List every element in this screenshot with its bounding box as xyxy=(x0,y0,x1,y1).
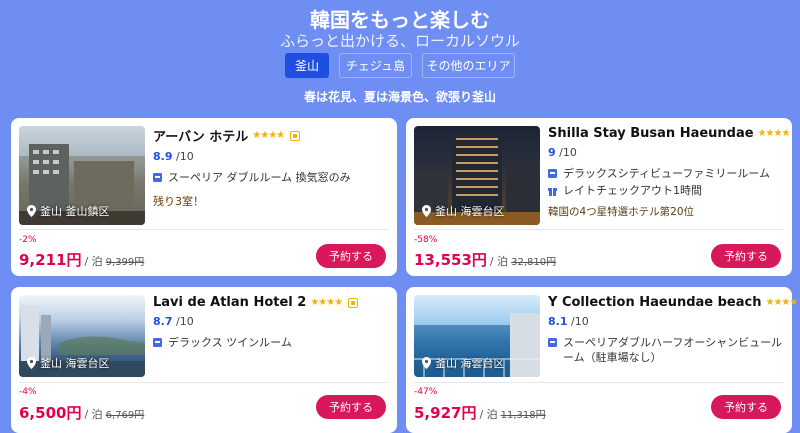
book-button[interactable]: 予約する xyxy=(316,395,386,419)
hotel-card[interactable]: 釜山 釜山鎮区 アーバン ホテル ★★★★ 8.9 /10 スーペリア ダブルル… xyxy=(11,118,397,276)
hotel-name[interactable]: アーバン ホテル xyxy=(153,126,248,145)
current-price: 6,500円 xyxy=(19,404,82,422)
location-label: 釜山 海雲台区 xyxy=(422,203,505,219)
location-text: 釜山 海雲台区 xyxy=(40,357,110,370)
score-max: /10 xyxy=(176,315,194,328)
room-feature: デラックス ツインルーム xyxy=(153,335,389,350)
area-tabs: 釜山 チェジュ島 その他のエリア xyxy=(0,53,800,78)
room-feature: スーペリアダブルハーフオーシャンビュールーム（駐車場なし） xyxy=(548,335,784,365)
hotel-name[interactable]: Lavi de Atlan Hotel 2 xyxy=(153,295,306,310)
location-pin-icon xyxy=(27,205,36,217)
page-title: 韓国をもっと楽しむ xyxy=(310,8,490,32)
score-value: 8.1 xyxy=(548,315,568,328)
page-subtitle: ふらっと出かける、ローカルソウル xyxy=(279,32,520,50)
original-price: 11,318円 xyxy=(500,410,546,421)
hotel-photo[interactable]: 釜山 海雲台区 xyxy=(19,295,145,377)
room-feature: デラックスシティビューファミリールーム xyxy=(548,166,784,181)
original-price: 6,769円 xyxy=(105,410,145,421)
per-night-label: / 泊 xyxy=(489,255,509,268)
discount-badge: -58% xyxy=(414,235,438,245)
book-button[interactable]: 予約する xyxy=(711,244,781,268)
score-max: /10 xyxy=(176,150,194,163)
location-text: 釜山 海雲台区 xyxy=(435,357,505,370)
score-max: /10 xyxy=(559,146,577,159)
hotel-name[interactable]: Y Collection Haeundae beach xyxy=(548,295,761,310)
divider xyxy=(19,229,389,230)
discount-badge: -2% xyxy=(19,235,37,245)
perk-feature: レイトチェックアウト1時間 xyxy=(548,183,784,198)
per-night-label: / 泊 xyxy=(84,408,103,421)
location-text: 釜山 釜山鎮区 xyxy=(40,205,110,218)
discount-badge: -4% xyxy=(19,387,37,397)
score-value: 8.7 xyxy=(153,315,173,328)
review-score: 9 /10 xyxy=(548,146,784,159)
gift-icon xyxy=(548,188,557,196)
location-pin-icon xyxy=(422,357,431,369)
location-text: 釜山 海雲台区 xyxy=(435,205,505,218)
original-price: 9,399円 xyxy=(105,257,145,268)
book-button[interactable]: 予約する xyxy=(711,395,781,419)
divider xyxy=(19,382,389,383)
ranking-note: 韓国の4つ星特選ホテル第20位 xyxy=(548,206,695,218)
hotel-card[interactable]: 釜山 海雲台区 Shilla Stay Busan Haeundae ★★★★ … xyxy=(406,118,792,276)
score-value: 8.9 xyxy=(153,150,173,163)
hotel-card[interactable]: 釜山 海雲台区 Lavi de Atlan Hotel 2 ★★★★ 8.7 /… xyxy=(11,287,397,433)
tab-busan[interactable]: 釜山 xyxy=(285,53,329,78)
availability-note: 残り3室！ xyxy=(153,195,204,208)
room-feature: スーペリア ダブルルーム 換気窓のみ xyxy=(153,170,389,185)
section-tagline: 春は花見、夏は海景色、欲張り釜山 xyxy=(303,90,496,104)
room-feature-text: スーペリアダブルハーフオーシャンビュールーム（駐車場なし） xyxy=(563,336,783,364)
original-price: 32,810円 xyxy=(511,257,557,268)
price-row: 6,500円 / 泊 6,769円 xyxy=(19,402,144,423)
hotel-photo[interactable]: 釜山 海雲台区 xyxy=(414,295,540,377)
per-night-label: / 泊 xyxy=(84,255,103,268)
location-pin-icon xyxy=(422,205,431,217)
divider xyxy=(414,382,784,383)
location-label: 釜山 海雲台区 xyxy=(422,355,505,371)
tab-jeju[interactable]: チェジュ島 xyxy=(339,53,412,78)
price-row: 9,211円 / 泊 9,399円 xyxy=(19,249,144,270)
bed-icon xyxy=(548,338,557,347)
star-rating: ★★★★ xyxy=(310,297,343,308)
star-rating: ★★★★ xyxy=(252,130,285,141)
review-score: 8.7 /10 xyxy=(153,315,389,328)
current-price: 9,211円 xyxy=(19,251,82,269)
location-pin-icon xyxy=(27,357,36,369)
divider xyxy=(414,229,784,230)
hotel-card[interactable]: 釜山 海雲台区 Y Collection Haeundae beach ★★★★… xyxy=(406,287,798,433)
bed-icon xyxy=(153,338,162,347)
preferred-badge-icon xyxy=(348,297,359,308)
tab-other-areas[interactable]: その他のエリア xyxy=(422,53,515,78)
review-score: 8.1 /10 xyxy=(548,315,784,328)
star-rating: ★★★★ xyxy=(765,297,798,308)
price-row: 13,553円 / 泊 32,810円 xyxy=(414,249,556,270)
current-price: 5,927円 xyxy=(414,404,477,422)
preferred-badge-icon xyxy=(290,130,301,141)
location-label: 釜山 海雲台区 xyxy=(27,355,110,371)
perk-feature-text: レイトチェックアウト1時間 xyxy=(563,184,702,197)
score-value: 9 xyxy=(548,146,556,159)
room-feature-text: デラックスシティビューファミリールーム xyxy=(563,167,771,180)
book-button[interactable]: 予約する xyxy=(316,244,386,268)
per-night-label: / 泊 xyxy=(479,408,498,421)
hotel-name[interactable]: Shilla Stay Busan Haeundae xyxy=(548,126,754,141)
discount-badge: -47% xyxy=(414,387,438,397)
price-row: 5,927円 / 泊 11,318円 xyxy=(414,402,546,423)
hotel-photo[interactable]: 釜山 海雲台区 xyxy=(414,126,540,225)
bed-icon xyxy=(548,169,557,178)
score-max: /10 xyxy=(571,315,589,328)
room-feature-text: スーペリア ダブルルーム 換気窓のみ xyxy=(168,171,351,184)
current-price: 13,553円 xyxy=(414,251,487,269)
hotel-photo[interactable]: 釜山 釜山鎮区 xyxy=(19,126,145,225)
bed-icon xyxy=(153,173,162,182)
review-score: 8.9 /10 xyxy=(153,150,389,163)
location-label: 釜山 釜山鎮区 xyxy=(27,203,110,219)
star-rating: ★★★★ xyxy=(757,128,791,139)
room-feature-text: デラックス ツインルーム xyxy=(168,336,292,349)
